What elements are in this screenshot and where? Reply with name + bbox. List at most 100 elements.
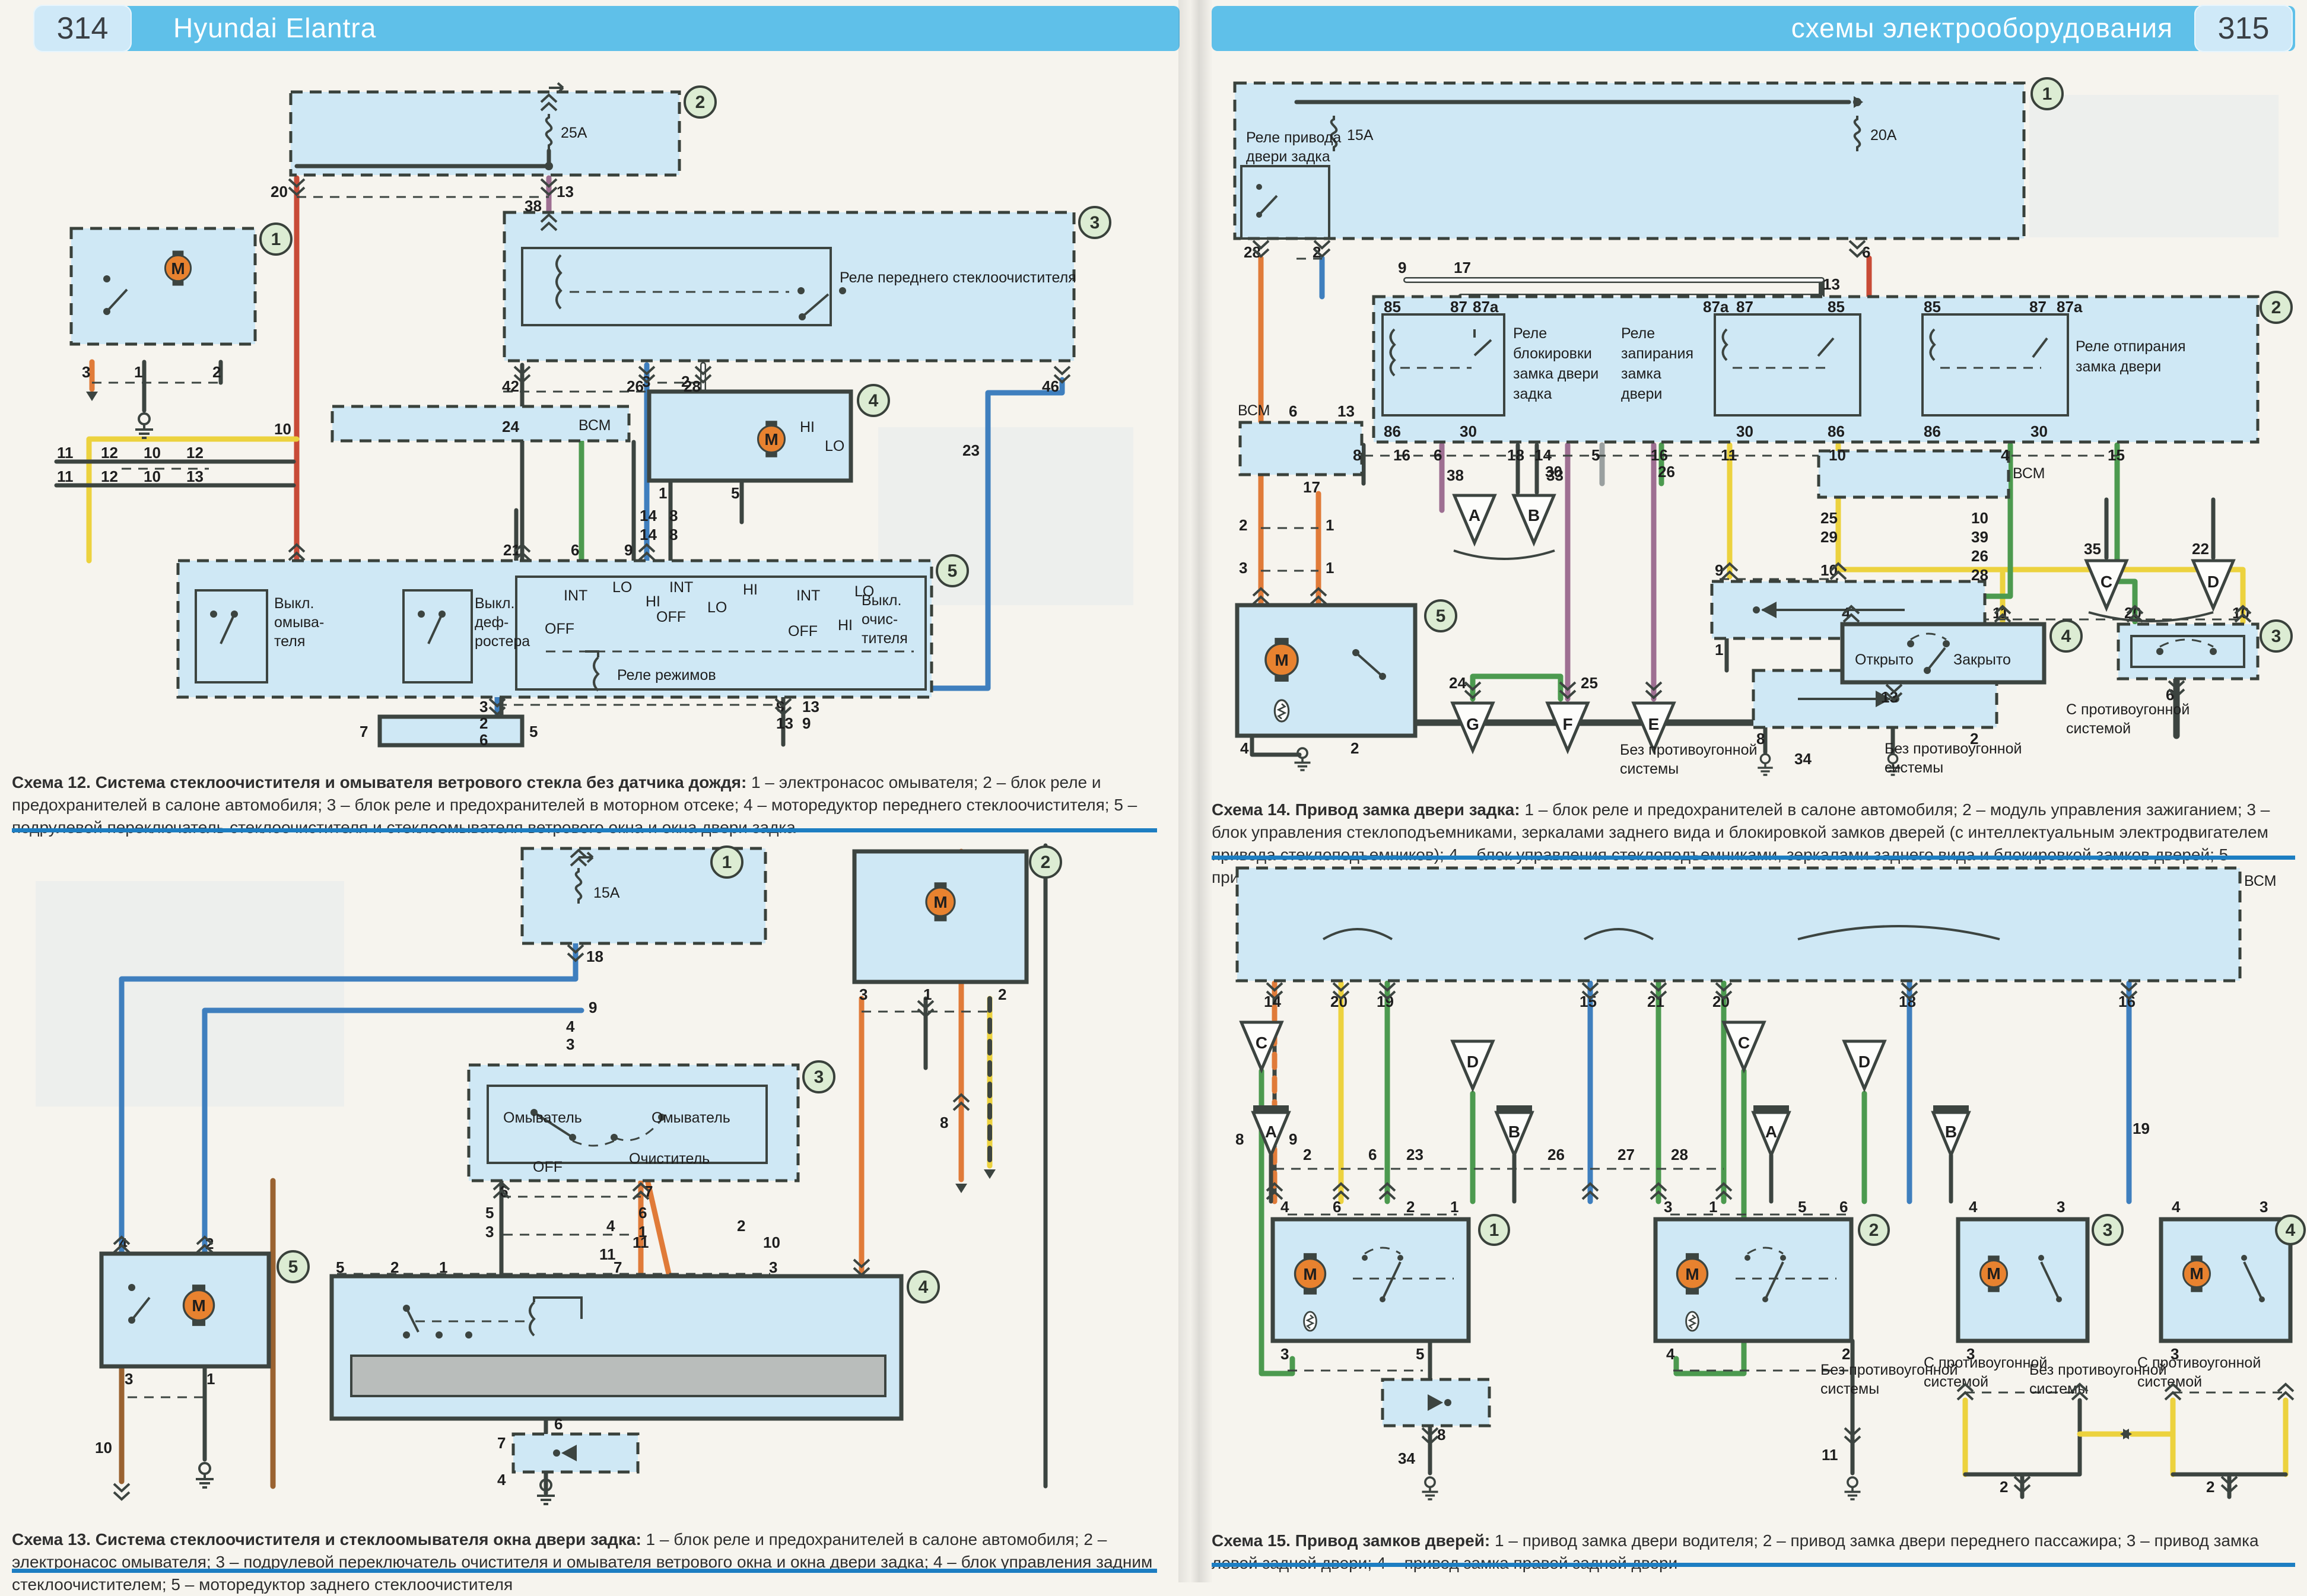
pin: 6 [1289,402,1297,420]
with-alarm-l1: С противоугонной [2066,701,2190,718]
without-alarm1-l2: системы [1820,1381,1879,1397]
fuse-box-cabin: 25А 2 [291,83,716,175]
pin: 3 [479,698,488,716]
lock-relay-l3: замка двери [1513,365,1599,382]
pin: 2 [737,1217,745,1235]
front-wiper-relay-box: Реле переднего стеклоочистителя 3 [504,207,1110,361]
pin: 2 [1350,739,1359,757]
pin: 30 [1736,422,1753,440]
rear-right-lock-actuator: M 4 [2161,1216,2305,1341]
pin: 11 [633,1233,649,1251]
pin: 13 [776,714,793,732]
pin: 10 [144,444,161,462]
pin: 5 [1416,1345,1424,1363]
pin: 4 [606,1217,615,1235]
pin: 86 [1924,422,1941,440]
pin: 30 [2030,422,2048,440]
pin: 87 [1450,298,1467,316]
divider-left-bottom [12,1569,1157,1573]
pin: 2 [2000,1478,2008,1496]
lock-switch-box: Открыто Закрыто 4 [1842,621,2082,682]
lo-2: LO [707,599,727,616]
pin: 3 [859,985,867,1003]
pin: 34 [1794,750,1812,768]
pin: 26 [627,377,644,395]
hi-label: HI [800,419,815,435]
pin: 3 [1280,1345,1289,1363]
pin: 20 [271,183,288,201]
fuse2: 20А [1870,127,1897,144]
pin: 87 [2029,298,2047,316]
sw1-l1: Выкл. [274,595,314,612]
pin: 3 [1239,559,1247,577]
pin: 5 [485,1204,494,1222]
connector-b1: B [1508,1123,1520,1141]
pin: 1 [1326,516,1334,534]
pin: 1 [206,1370,215,1388]
connector-a1: A [1265,1123,1277,1141]
pin: 87а [1703,298,1729,316]
off-1: OFF [545,621,574,637]
lo-label: LO [825,438,844,454]
lock-switch-box-2: 3 [2118,621,2292,679]
pin: 5 [731,484,739,502]
callout-3: 3 [814,1067,824,1087]
pin: 5 [1591,446,1600,464]
page-title-left: Hyundai Elantra [173,12,376,44]
pin: 23 [962,441,980,459]
pin: 5 [529,723,538,740]
lo-3: LO [854,583,874,600]
pin: 4 [1969,1198,1978,1216]
callout-2: 2 [695,93,706,112]
pin: 14 [1534,446,1552,464]
connector-e: E [1648,715,1660,733]
callout-2: 2 [1041,853,1051,872]
caption-13-title: Схема 13. Система стеклоочистителя и сте… [12,1530,641,1549]
without-alarm-l2: системы [1885,759,1943,776]
pin: 1 [923,985,932,1003]
pin: 18 [1507,446,1524,464]
pin: 11 [57,444,74,462]
pin: 39 [1971,528,1988,546]
pin: 5 [1798,1198,1806,1216]
callout-5: 5 [288,1257,298,1277]
page-number-left: 314 [33,5,132,52]
callout-4: 4 [919,1277,929,1297]
pin: 2 [1406,1198,1415,1216]
pin: 87 [1736,298,1753,316]
pin: 1 [439,1258,447,1276]
pin: 8 [940,1114,948,1131]
pin: 38 [1447,466,1464,484]
pin: 14 [640,507,657,524]
lock-close-relay-l2: запирания [1621,345,1693,362]
pin: 86 [1828,422,1845,440]
pin: 13 [186,468,204,485]
motor-letter: M [933,893,947,911]
pin: 29 [1820,528,1838,546]
pin: 30 [1545,463,1562,481]
pin: 1 [1450,1198,1458,1216]
connector-g: G [1466,715,1479,733]
wiper-label: Очиститель [629,1150,710,1167]
pin: 22 [2192,540,2209,558]
off-label: OFF [533,1159,563,1175]
motor-letter: M [171,259,185,278]
pin: 1 [659,484,667,502]
pin: 12 [101,468,118,485]
motor-letter: M [1685,1265,1699,1283]
column-switch-panel: Выкл. омыва- теля Выкл. деф- ростера Вык… [178,555,968,697]
pin: 2 [390,1258,399,1276]
pin: 4 [1280,1198,1289,1216]
rear-wiper-control-unit: 4 [332,1271,939,1419]
callout-4: 4 [2286,1220,2296,1240]
pin: 6 [554,1415,563,1433]
tailgate-lock-actuator: M 5 [1237,600,1456,770]
pin: 4 [566,1018,575,1035]
pin: 5 [336,1258,344,1276]
caption-schema-13: Схема 13. Система стеклоочистителя и сте… [12,1528,1157,1596]
int-3: INT [796,587,820,604]
schema-14-diagram: Реле привода двери задка 15А 20А 1 Реле … [1205,59,2307,777]
callout-2: 2 [2271,298,2281,317]
hi-1: HI [646,593,660,610]
divider-left-mid [12,828,1157,832]
